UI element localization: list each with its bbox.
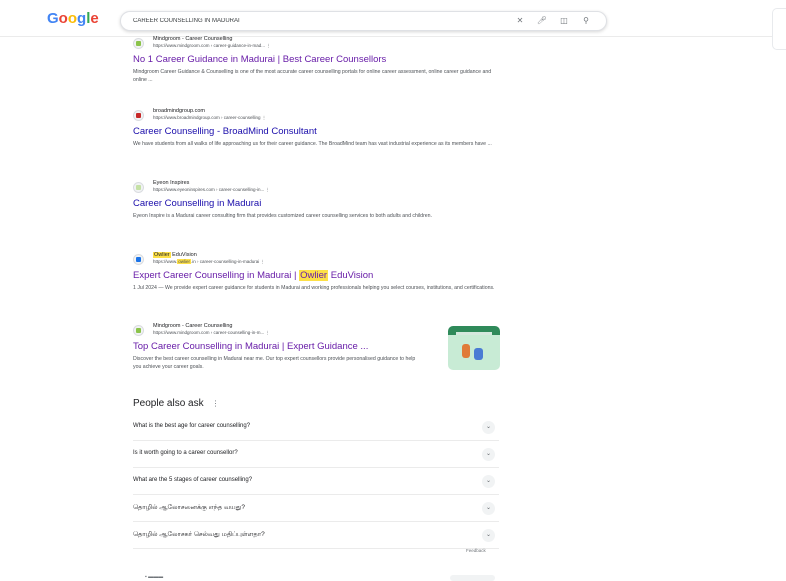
site-url: https://www.owlier.in › career-counselli…	[153, 259, 266, 264]
search-icon[interactable]: ⚲	[580, 15, 592, 27]
paa-question[interactable]: தொழில் ஆலோசகர் செல்வது மதிப்புள்ளதா? ⌄	[133, 522, 499, 549]
highlight: Owlier	[153, 252, 171, 258]
paa-question[interactable]: What are the 5 stages of career counsell…	[133, 468, 499, 495]
chevron-down-icon[interactable]: ⌄	[482, 448, 495, 461]
paa-question[interactable]: Is it worth going to a career counsellor…	[133, 441, 499, 468]
chevron-down-icon[interactable]: ⌄	[482, 529, 495, 542]
feedback-link[interactable]: Feedback	[466, 548, 486, 553]
favicon-mark	[136, 41, 141, 46]
result-title-link[interactable]: No 1 Career Guidance in Madurai | Best C…	[133, 54, 503, 66]
highlight: owlier	[177, 259, 192, 264]
result-cite[interactable]: Owlier EduVision https://www.owlier.in ›…	[133, 252, 503, 268]
search-result: Mindgroom - Career Counselling https://w…	[133, 36, 503, 84]
site-name: Eyeon Inspires	[153, 180, 190, 186]
more-options-icon[interactable]: ⋮	[212, 399, 220, 408]
result-thumbnail[interactable]	[448, 326, 500, 370]
people-also-ask-list: What is the best age for career counsell…	[133, 414, 499, 549]
chevron-down-icon[interactable]: ⌄	[482, 421, 495, 434]
result-snippet: Mindgroom Career Guidance & Counselling …	[133, 69, 492, 83]
search-result: Owlier EduVision https://www.owlier.in ›…	[133, 252, 503, 292]
chevron-down-icon[interactable]: ⌄	[482, 475, 495, 488]
next-result-thumb	[450, 575, 495, 581]
site-name: broadmindgroup.com	[153, 108, 205, 114]
result-snippet: Eyeon Inspire is a Madurai career consul…	[133, 213, 433, 219]
side-panel-edge	[772, 8, 786, 50]
site-favicon-icon	[133, 38, 144, 49]
search-input[interactable]	[133, 15, 493, 27]
google-logo[interactable]: Google	[47, 11, 99, 27]
result-snippet: We have students from all walks of life …	[133, 141, 492, 147]
people-also-ask-heading: People also ask ⋮	[133, 398, 220, 409]
result-cite[interactable]: Eyeon Inspires https://www.eyeoninspires…	[133, 180, 503, 196]
favicon-mark	[136, 113, 141, 118]
result-title-link[interactable]: Top Career Counselling in Madurai | Expe…	[133, 341, 438, 353]
highlight: Owlier	[299, 270, 329, 281]
result-cite[interactable]: Mindgroom - Career Counselling https://w…	[133, 323, 438, 339]
site-name: Mindgroom - Career Counselling	[153, 323, 233, 329]
chevron-down-icon[interactable]: ⌄	[482, 502, 495, 515]
search-result: Mindgroom - Career Counselling https://w…	[133, 323, 438, 371]
mic-icon[interactable]: 🎤︎	[536, 15, 548, 27]
favicon-mark	[136, 257, 141, 262]
result-title-link[interactable]: Career Counselling - BroadMind Consultan…	[133, 126, 503, 138]
site-url: https://www.eyeoninspires.com › career-c…	[153, 187, 271, 192]
header-bar: Google ✕ 🎤︎ ◫ ⚲	[0, 0, 786, 37]
result-cite[interactable]: Mindgroom - Career Counselling https://w…	[133, 36, 503, 52]
thumbnail-figure	[474, 348, 483, 360]
paa-question[interactable]: What is the best age for career counsell…	[133, 414, 499, 441]
next-result-stub: ▪ ▬▬▬	[145, 574, 164, 580]
site-url: https://www.mindgroom.com › career-guida…	[153, 43, 271, 48]
thumbnail-banner	[456, 332, 492, 335]
lens-icon[interactable]: ◫	[558, 15, 570, 27]
site-url: https://www.mindgroom.com › career-couns…	[153, 330, 271, 335]
close-icon[interactable]: ✕	[514, 15, 526, 27]
site-favicon-icon	[133, 110, 144, 121]
search-result: Eyeon Inspires https://www.eyeoninspires…	[133, 180, 503, 220]
result-cite[interactable]: broadmindgroup.com https://www.broadmind…	[133, 108, 503, 124]
site-name: Owlier EduVision	[153, 252, 197, 258]
result-snippet: Discover the best career counselling in …	[133, 356, 416, 370]
site-name: Mindgroom - Career Counselling	[153, 36, 233, 42]
favicon-mark	[136, 185, 141, 190]
result-title-link[interactable]: Expert Career Counselling in Madurai | O…	[133, 270, 503, 282]
favicon-mark	[136, 328, 141, 333]
result-snippet: 1 Jul 2024 — We provide expert career gu…	[133, 285, 495, 291]
result-title-link[interactable]: Career Counselling in Madurai	[133, 198, 503, 210]
site-favicon-icon	[133, 325, 144, 336]
paa-question[interactable]: தொழில் ஆலோசனைக்கு எந்த வயது? ⌄	[133, 495, 499, 522]
site-favicon-icon	[133, 254, 144, 265]
search-box[interactable]: ✕ 🎤︎ ◫ ⚲	[120, 11, 607, 31]
site-favicon-icon	[133, 182, 144, 193]
site-url: https://www.broadmindgroup.com › career-…	[153, 115, 267, 120]
thumbnail-figure	[462, 344, 470, 358]
search-result: broadmindgroup.com https://www.broadmind…	[133, 108, 503, 148]
